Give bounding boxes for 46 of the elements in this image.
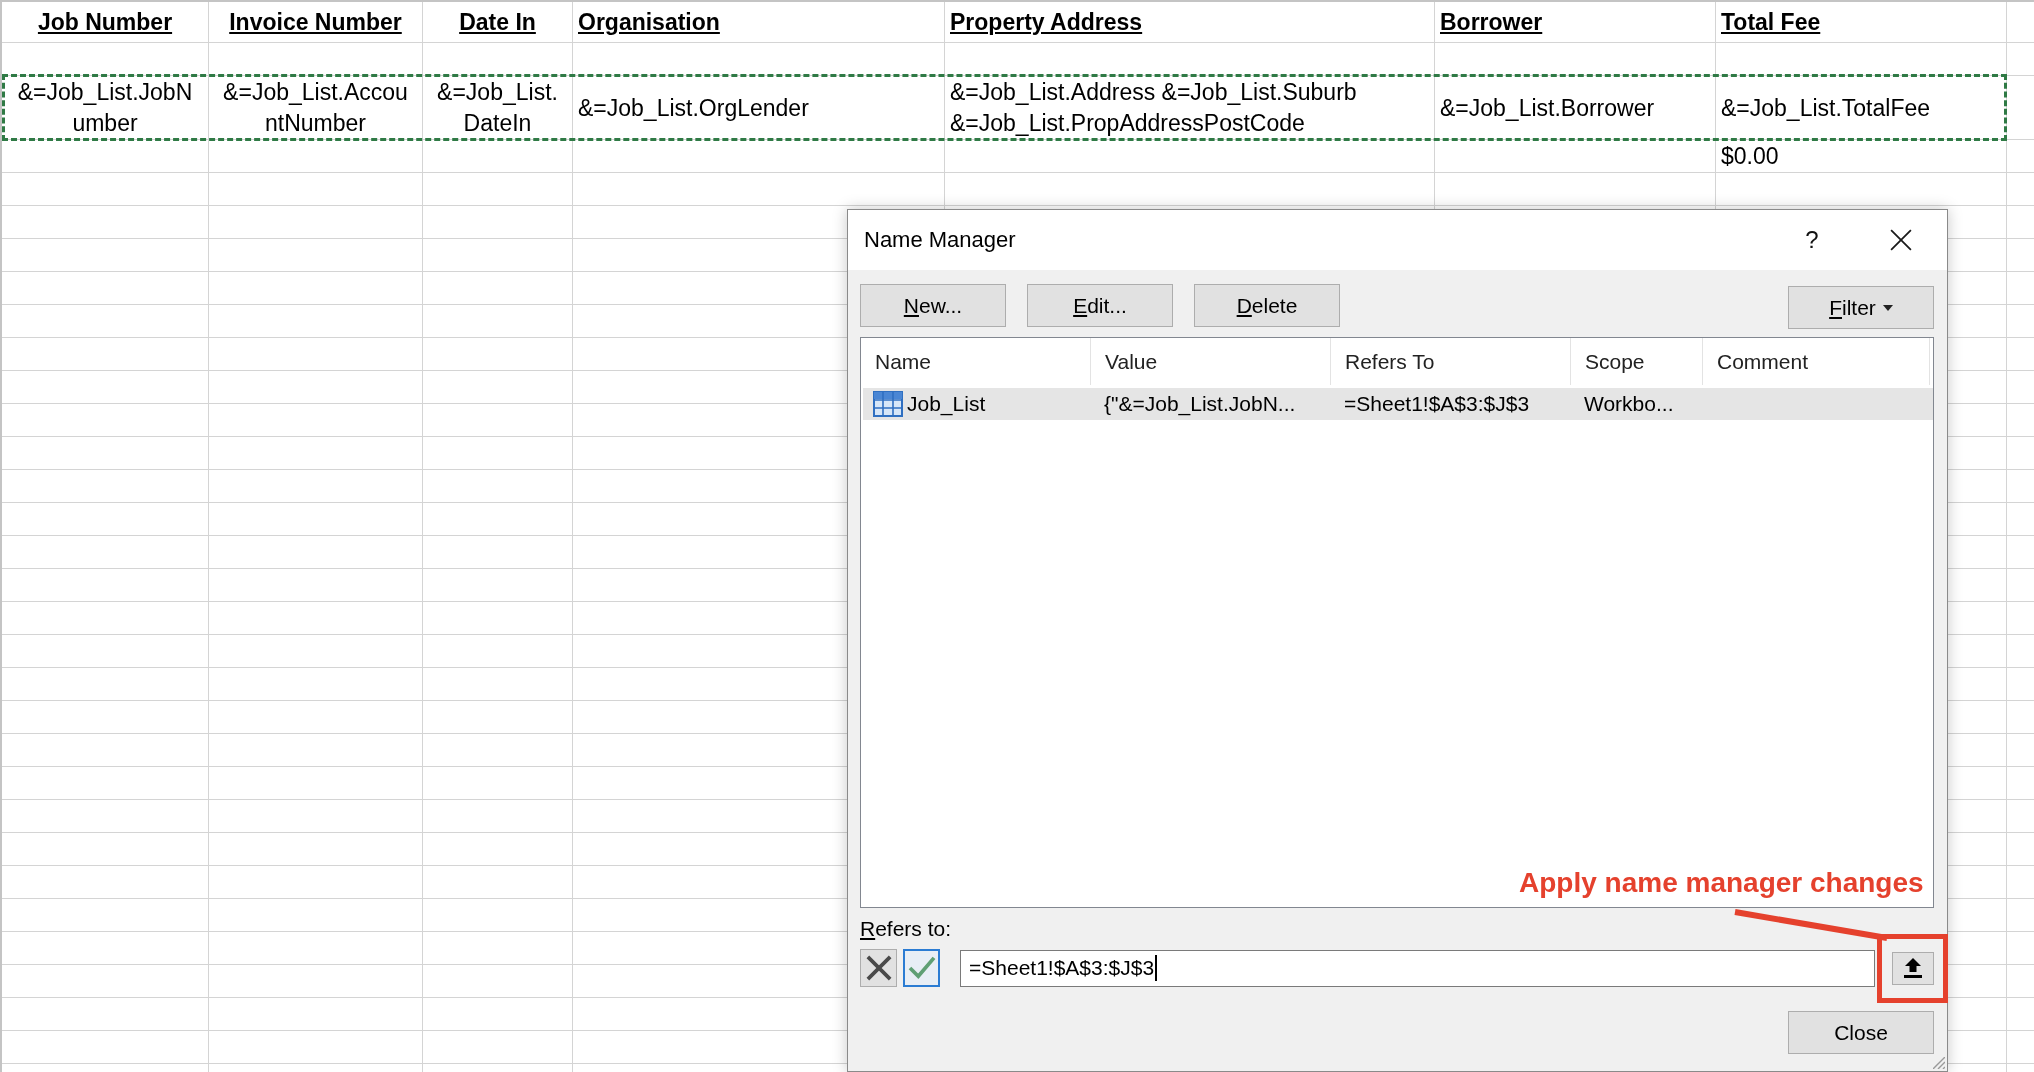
- column-header: Total Fee: [1720, 8, 1822, 37]
- highlight-frame: [1877, 934, 1948, 1003]
- x-icon: [865, 955, 892, 981]
- table-cell-text: &=Job_List.JobNumber: [16, 78, 194, 138]
- table-cell-text: &=Job_List.OrgLender: [577, 93, 810, 123]
- table-cell-text: $0.00: [1720, 142, 1780, 171]
- resize-grip-icon[interactable]: [1933, 1057, 1945, 1069]
- filter-button[interactable]: Filter: [1788, 286, 1934, 329]
- close-button[interactable]: Close: [1788, 1011, 1934, 1054]
- list-cell: Workbo...: [1584, 392, 1674, 416]
- table-cell-text: &=Job_List.DateIn: [436, 78, 559, 138]
- column-header[interactable]: Value: [1091, 338, 1331, 385]
- close-icon: [1890, 229, 1912, 251]
- table-cell-text: &=Job_List.Address &=Job_List.Suburb &=Job_List.PropAddressPostCode: [949, 78, 1358, 138]
- column-header[interactable]: Refers To: [1331, 338, 1571, 385]
- confirm-button[interactable]: [903, 949, 940, 987]
- list-cell: =Sheet1!$A$3:$J$3: [1344, 392, 1530, 416]
- check-icon: [907, 956, 936, 980]
- column-header[interactable]: Name: [861, 338, 1091, 385]
- column-header[interactable]: Scope: [1571, 338, 1703, 385]
- column-header: Organisation: [577, 8, 721, 37]
- list-cell: {"&=Job_List.JobN...: [1104, 392, 1296, 416]
- column-header: Property Address: [949, 8, 1144, 37]
- delete-button[interactable]: Delete: [1194, 284, 1340, 327]
- column-header: Invoice Number: [228, 8, 403, 37]
- column-header[interactable]: Comment: [1703, 338, 1930, 385]
- cancel-button[interactable]: [860, 949, 897, 987]
- table-cell-text: &=Job_List.AccountNumber: [222, 78, 409, 138]
- column-header: Borrower: [1439, 8, 1544, 37]
- edit-button[interactable]: Edit...: [1027, 284, 1173, 327]
- table-icon: [873, 391, 903, 417]
- column-header: Job Number: [36, 8, 174, 37]
- refers-to-label: Refers to:: [860, 917, 952, 941]
- column-header: Date In: [458, 8, 537, 37]
- dialog-title: Name Manager: [864, 227, 1017, 253]
- new-button[interactable]: New...: [860, 284, 1006, 327]
- annotation-text: Apply name manager changes: [1519, 866, 1924, 900]
- list-row[interactable]: Job_List {"&=Job_List.JobN... =Sheet1!$A$3:$J$3 Workbo...: [863, 388, 1933, 420]
- refers-to-field[interactable]: =Sheet1!$A$3:$J$3: [960, 949, 1875, 987]
- arrow-up-icon: [1904, 958, 1922, 978]
- table-cell-text: &=Job_List.Borrower: [1439, 93, 1656, 123]
- caret-icon: [1882, 304, 1893, 311]
- help-button[interactable]: ?: [1787, 217, 1837, 263]
- collapse-button[interactable]: [1892, 951, 1934, 985]
- table-cell-text: &=Job_List.TotalFee: [1720, 93, 1932, 123]
- list-cell: Job_List: [907, 392, 986, 416]
